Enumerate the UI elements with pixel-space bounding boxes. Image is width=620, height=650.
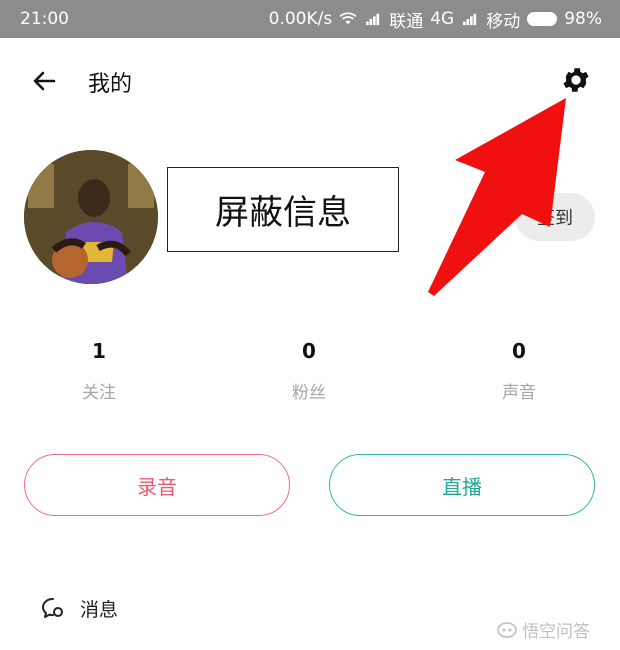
network-speed: 0.00K/s [268,9,333,29]
stat-value: 0 [512,339,526,363]
stat-fans[interactable]: 0 粉丝 [234,338,384,403]
signal-icon [463,13,477,26]
avatar[interactable] [24,150,158,284]
avatar-image [24,150,158,284]
chat-bubble-icon [42,598,63,618]
record-button[interactable]: 录音 [24,454,290,516]
wifi-icon [339,12,357,25]
wukong-logo-icon [497,621,517,638]
menu-item-messages[interactable]: 消息 [40,590,118,626]
battery-icon [527,12,558,26]
page-title: 我的 [88,72,133,97]
stat-following[interactable]: 1 关注 [24,338,174,403]
top-bar: 我的 [0,52,620,112]
watermark: 悟空问答 [496,617,590,642]
live-button[interactable]: 直播 [329,454,595,516]
battery-level: 98% [564,9,602,29]
stat-value: 0 [302,339,316,363]
arrow-left-icon[interactable] [30,66,60,96]
sign-in-button[interactable]: 签到 [515,193,595,241]
stat-value: 1 [92,339,106,363]
carrier-mobile: 移动 [486,11,521,32]
stat-label: 粉丝 [292,383,326,403]
network-type: 4G [430,9,455,29]
gear-icon[interactable] [560,64,592,96]
stat-label: 关注 [82,383,116,403]
menu-item-label: 消息 [80,598,119,621]
status-time: 21:00 [20,9,69,29]
signal-icon [366,13,380,26]
stat-label: 声音 [502,383,536,403]
watermark-text: 悟空问答 [522,622,590,642]
redacted-label: 屏蔽信息 [215,193,351,233]
stat-sounds[interactable]: 0 声音 [444,338,594,403]
carrier-unicom: 联通 [389,11,424,32]
status-right: 0.00K/s 联通 4G 移动 98% [269,7,602,32]
status-bar: 21:00 0.00K/s 联通 4G 移动 98% [0,0,620,38]
redacted-info-box: 屏蔽信息 [167,167,399,252]
